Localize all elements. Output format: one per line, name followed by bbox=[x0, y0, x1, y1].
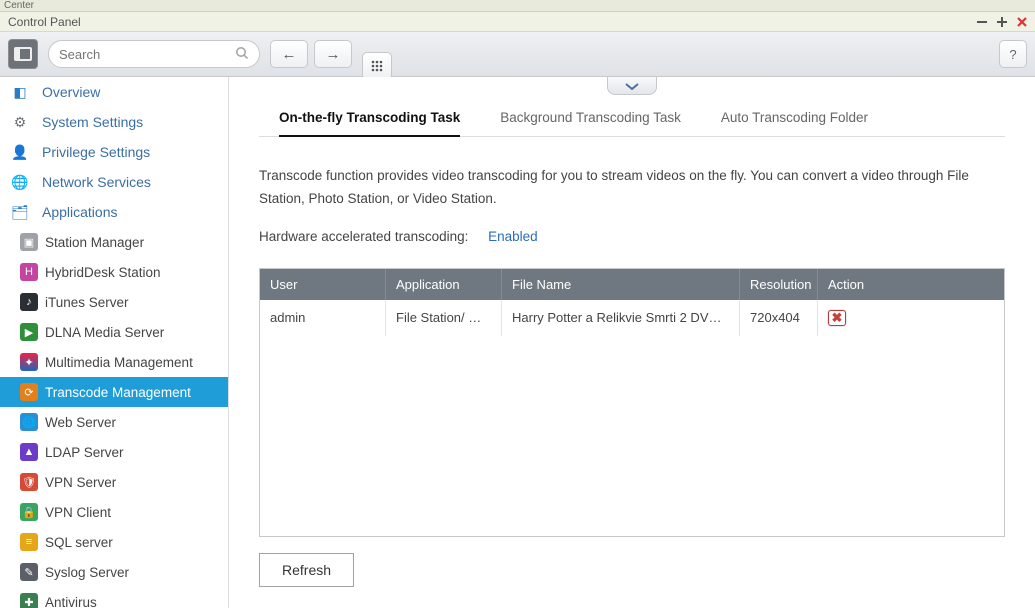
sidebar-label: Transcode Management bbox=[45, 385, 191, 400]
table-row: admin File Station/ Qfile Harry Potter a… bbox=[260, 300, 1004, 336]
cell-app: File Station/ Qfile bbox=[386, 300, 502, 336]
sidebar-label: Overview bbox=[42, 84, 100, 100]
minimize-button[interactable] bbox=[975, 15, 989, 29]
sidebar-app-vpn-client[interactable]: 🔒 VPN Client bbox=[0, 497, 228, 527]
sidebar-app-syslog[interactable]: ✎ Syslog Server bbox=[0, 557, 228, 587]
sidebar-label: Antivirus bbox=[45, 595, 97, 608]
sidebar-app-webserver[interactable]: 🌐 Web Server bbox=[0, 407, 228, 437]
globe-icon: 🌐 bbox=[10, 172, 30, 192]
antivirus-icon: ✚ bbox=[20, 593, 38, 608]
sidebar-label: HybridDesk Station bbox=[45, 265, 161, 280]
sidebar-label: Privilege Settings bbox=[42, 144, 150, 160]
multimedia-icon: ✦ bbox=[20, 353, 38, 371]
tab-auto-folder[interactable]: Auto Transcoding Folder bbox=[721, 102, 868, 137]
vpn-server-icon: 🛡 bbox=[20, 473, 38, 491]
sidebar-app-antivirus[interactable]: ✚ Antivirus bbox=[0, 587, 228, 608]
titlebar: Control Panel bbox=[0, 12, 1035, 32]
sidebar-app-dlna[interactable]: ▶ DLNA Media Server bbox=[0, 317, 228, 347]
sidebar-item-network-services[interactable]: 🌐 Network Services bbox=[0, 167, 228, 197]
dlna-icon: ▶ bbox=[20, 323, 38, 341]
search-input[interactable] bbox=[59, 47, 235, 62]
syslog-icon: ✎ bbox=[20, 563, 38, 581]
sidebar-label: LDAP Server bbox=[45, 445, 124, 460]
sidebar-app-transcode[interactable]: ⟳ Transcode Management bbox=[0, 377, 228, 407]
sidebar-label: System Settings bbox=[42, 114, 143, 130]
th-resolution: Resolution bbox=[740, 269, 818, 300]
ldap-icon: ▲ bbox=[20, 443, 38, 461]
sidebar-app-station-manager[interactable]: ▣ Station Manager bbox=[0, 227, 228, 257]
cell-user: admin bbox=[260, 300, 386, 336]
search-icon bbox=[235, 46, 249, 63]
sidebar-label: Network Services bbox=[42, 174, 151, 190]
sidebar-label: VPN Client bbox=[45, 505, 111, 520]
app-icon bbox=[8, 39, 38, 69]
hw-label: Hardware accelerated transcoding: bbox=[259, 229, 468, 244]
sidebar-item-overview[interactable]: ◧ Overview bbox=[0, 77, 228, 107]
sidebar-item-system-settings[interactable]: ⚙ System Settings bbox=[0, 107, 228, 137]
description-text: Transcode function provides video transc… bbox=[259, 165, 1005, 211]
table-empty-space bbox=[260, 336, 1004, 536]
sidebar-app-ldap[interactable]: ▲ LDAP Server bbox=[0, 437, 228, 467]
sidebar-app-sql[interactable]: ≡ SQL server bbox=[0, 527, 228, 557]
tab-on-the-fly[interactable]: On-the-fly Transcoding Task bbox=[279, 102, 460, 137]
sidebar: ◧ Overview ⚙ System Settings 👤 Privilege… bbox=[0, 77, 229, 608]
cell-action: ✖ bbox=[818, 300, 1004, 336]
sidebar-item-privilege-settings[interactable]: 👤 Privilege Settings bbox=[0, 137, 228, 167]
cell-resolution: 720x404 bbox=[740, 300, 818, 336]
hw-accel-line: Hardware accelerated transcoding: Enable… bbox=[259, 229, 1005, 244]
back-button[interactable]: ← bbox=[270, 40, 308, 68]
refresh-button[interactable]: Refresh bbox=[259, 553, 354, 587]
main-content: On-the-fly Transcoding Task Background T… bbox=[229, 77, 1035, 608]
station-manager-icon: ▣ bbox=[20, 233, 38, 251]
window-title: Control Panel bbox=[6, 15, 969, 29]
search-box[interactable] bbox=[48, 40, 260, 68]
webserver-icon: 🌐 bbox=[20, 413, 38, 431]
th-user: User bbox=[260, 269, 386, 300]
apps-icon: 🗂 bbox=[10, 202, 30, 222]
apps-grid-button[interactable] bbox=[362, 52, 392, 80]
transcode-icon: ⟳ bbox=[20, 383, 38, 401]
itunes-icon: ♪ bbox=[20, 293, 38, 311]
vpn-client-icon: 🔒 bbox=[20, 503, 38, 521]
sidebar-label: SQL server bbox=[45, 535, 113, 550]
sidebar-app-hybriddesk[interactable]: H HybridDesk Station bbox=[0, 257, 228, 287]
delete-task-button[interactable]: ✖ bbox=[828, 310, 846, 326]
sidebar-app-itunes[interactable]: ♪ iTunes Server bbox=[0, 287, 228, 317]
th-application: Application bbox=[386, 269, 502, 300]
maximize-button[interactable] bbox=[995, 15, 1009, 29]
sidebar-app-vpn-server[interactable]: 🛡 VPN Server bbox=[0, 467, 228, 497]
cell-file: Harry Potter a Relikvie Smrti 2 DVD Rip … bbox=[502, 300, 740, 336]
tab-background[interactable]: Background Transcoding Task bbox=[500, 102, 681, 137]
th-filename: File Name bbox=[502, 269, 740, 300]
sidebar-label: VPN Server bbox=[45, 475, 116, 490]
sidebar-label: Station Manager bbox=[45, 235, 144, 250]
overview-icon: ◧ bbox=[10, 82, 30, 102]
sql-icon: ≡ bbox=[20, 533, 38, 551]
tabs: On-the-fly Transcoding Task Background T… bbox=[259, 101, 1005, 137]
user-icon: 👤 bbox=[10, 142, 30, 162]
sidebar-label: iTunes Server bbox=[45, 295, 129, 310]
help-button[interactable]: ? bbox=[999, 40, 1027, 68]
sidebar-label: Syslog Server bbox=[45, 565, 129, 580]
sidebar-app-multimedia[interactable]: ✦ Multimedia Management bbox=[0, 347, 228, 377]
app-badge: Center bbox=[0, 0, 1035, 12]
sidebar-label: Web Server bbox=[45, 415, 116, 430]
sidebar-item-applications[interactable]: 🗂 Applications bbox=[0, 197, 228, 227]
forward-button[interactable]: → bbox=[314, 40, 352, 68]
sidebar-label: Multimedia Management bbox=[45, 355, 193, 370]
sidebar-label: Applications bbox=[42, 204, 118, 220]
task-table: User Application File Name Resolution Ac… bbox=[259, 268, 1005, 537]
gear-icon: ⚙ bbox=[10, 112, 30, 132]
close-button[interactable] bbox=[1015, 15, 1029, 29]
toolbar: ← → ? bbox=[0, 32, 1035, 77]
hw-status-link[interactable]: Enabled bbox=[488, 229, 538, 244]
th-action: Action bbox=[818, 269, 1004, 300]
table-header: User Application File Name Resolution Ac… bbox=[260, 269, 1004, 300]
sidebar-label: DLNA Media Server bbox=[45, 325, 164, 340]
collapse-handle[interactable] bbox=[607, 77, 657, 95]
hybriddesk-icon: H bbox=[20, 263, 38, 281]
